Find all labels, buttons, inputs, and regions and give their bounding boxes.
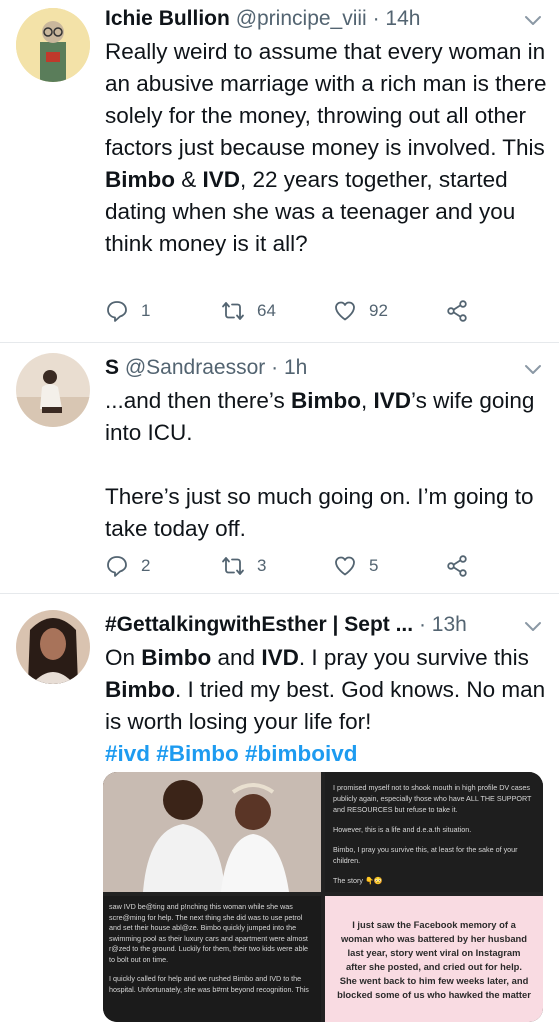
- tweet-text-part: Really weird to assume that every woman …: [105, 39, 547, 160]
- share-icon: [447, 300, 467, 322]
- media-text: Bimbo, I pray you survive this, at least…: [333, 845, 518, 865]
- tweet-text: ...and then there’s Bimbo, IVD’s wife go…: [105, 385, 547, 545]
- user-handle[interactable]: @principe_viii: [236, 7, 367, 30]
- like-button[interactable]: 92: [333, 296, 388, 326]
- like-icon: [335, 301, 355, 321]
- media-text-card-2[interactable]: saw IVD be@ting and p!nching this woman …: [103, 896, 321, 1022]
- separator-dot: ·: [271, 356, 279, 379]
- tweet-text-bold: Bimbo: [290, 388, 361, 413]
- media-text: The story 👇😳: [333, 876, 383, 885]
- reply-count: 2: [141, 556, 151, 575]
- retweet-icon: [222, 557, 244, 575]
- separator-dot: ·: [418, 613, 426, 636]
- like-count: 5: [369, 556, 379, 575]
- tweet-text-bold: Bimbo: [141, 645, 212, 670]
- reply-count: 1: [141, 301, 151, 320]
- avatar[interactable]: [16, 353, 90, 427]
- tweet-text-part: &: [175, 167, 203, 192]
- tweet-text-part: . I pray you survive this: [298, 645, 529, 670]
- reply-button[interactable]: 1: [105, 296, 150, 326]
- display-name[interactable]: Ichie Bullion: [105, 7, 230, 30]
- retweet-button[interactable]: 64: [221, 296, 276, 326]
- retweet-icon: [222, 302, 244, 320]
- retweet-count: 3: [257, 556, 267, 575]
- tweet-text-part: and: [211, 645, 262, 670]
- tweet-text-bold: Bimbo: [105, 167, 175, 192]
- media-text: saw IVD be@ting and p!nching this woman …: [109, 902, 309, 964]
- tweet-text-part: ,: [360, 388, 374, 413]
- share-button[interactable]: [445, 551, 469, 581]
- timestamp[interactable]: 1h: [284, 356, 307, 379]
- tweet-text-bold: IVD: [261, 645, 299, 670]
- tweet-text: Really weird to assume that every woman …: [105, 36, 547, 260]
- avatar[interactable]: [16, 8, 90, 82]
- media-text: I quickly called for help and we rushed …: [109, 974, 309, 994]
- retweet-button[interactable]: 3: [221, 551, 266, 581]
- timestamp[interactable]: 14h: [385, 7, 420, 30]
- tweet-1[interactable]: Ichie Bullion @principe_viii · 14h Reall…: [0, 0, 559, 342]
- reply-icon: [107, 301, 127, 322]
- tweet-text-bold: IVD: [373, 388, 411, 413]
- separator-dot: ·: [372, 7, 380, 30]
- tweet-3[interactable]: #GettalkingwithEsther | Sept ... · 13h O…: [0, 594, 559, 1024]
- media-grid[interactable]: I promised myself not to shook mouth in …: [103, 772, 543, 1022]
- display-name[interactable]: S: [105, 356, 119, 379]
- media-text: I promised myself not to shook mouth in …: [333, 783, 532, 814]
- caret-down-icon[interactable]: [521, 357, 545, 381]
- tweet-text: On Bimbo and IVD. I pray you survive thi…: [105, 642, 547, 770]
- media-text-card-3[interactable]: I just saw the Facebook memory of a woma…: [325, 896, 543, 1022]
- avatar[interactable]: [16, 610, 90, 684]
- reply-icon: [107, 556, 127, 577]
- like-icon: [335, 556, 355, 576]
- media-text: I just saw the Facebook memory of a woma…: [337, 919, 531, 1000]
- tweet-text-bold: Bimbo: [105, 677, 175, 702]
- tweet-header: #GettalkingwithEsther | Sept ... · 13h: [105, 610, 549, 640]
- tweet-text-part: On: [105, 645, 142, 670]
- media-photo-couple[interactable]: [103, 772, 321, 892]
- user-handle[interactable]: @Sandraessor: [125, 356, 265, 379]
- tweet-header: Ichie Bullion @principe_viii · 14h: [105, 4, 549, 34]
- tweet-actions: 2 3 5: [105, 551, 485, 581]
- tweet-text-bold: IVD: [202, 167, 241, 192]
- tweet-text-part: ...and then there’s: [105, 388, 291, 413]
- caret-down-icon[interactable]: [521, 614, 545, 638]
- caret-down-icon[interactable]: [521, 8, 545, 32]
- share-icon: [447, 555, 467, 577]
- timestamp[interactable]: 13h: [432, 613, 467, 636]
- hashtag-links[interactable]: #ivd #Bimbo #bimboivd: [105, 738, 547, 770]
- media-text-card-1[interactable]: I promised myself not to shook mouth in …: [325, 772, 543, 892]
- tweet-header: S @Sandraessor · 1h: [105, 353, 549, 383]
- like-button[interactable]: 5: [333, 551, 378, 581]
- display-name[interactable]: #GettalkingwithEsther | Sept ...: [105, 613, 413, 636]
- media-text: However, this is a life and d.e.a.th sit…: [333, 825, 472, 834]
- reply-button[interactable]: 2: [105, 551, 150, 581]
- like-count: 92: [369, 301, 388, 320]
- tweet-text-paragraph: There’s just so much going on. I’m going…: [105, 484, 534, 541]
- retweet-count: 64: [257, 301, 276, 320]
- share-button[interactable]: [445, 296, 469, 326]
- tweet-actions: 1 64 92: [105, 296, 485, 326]
- tweet-2[interactable]: S @Sandraessor · 1h ...and then there’s …: [0, 343, 559, 593]
